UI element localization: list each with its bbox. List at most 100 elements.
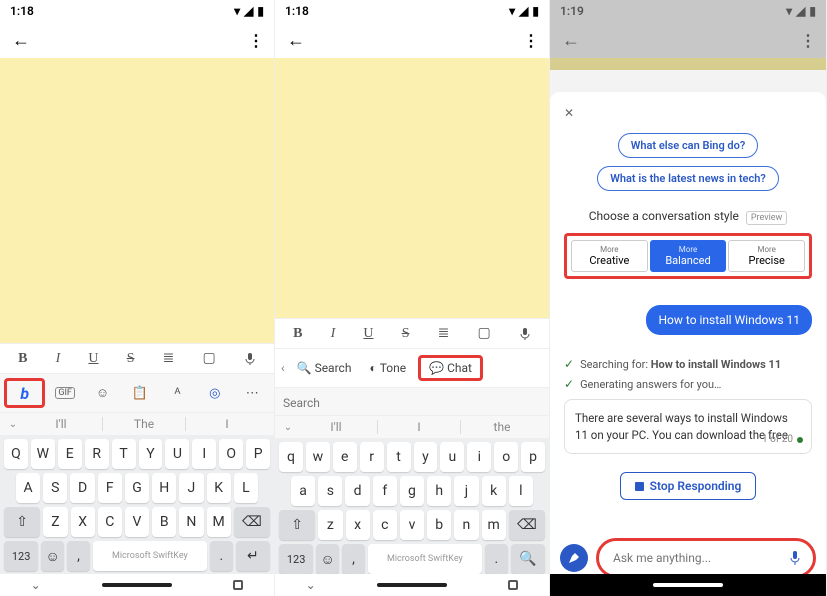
nav-kb-switch-icon[interactable]: [508, 580, 518, 590]
key-z[interactable]: z: [318, 510, 342, 540]
note-body[interactable]: [275, 58, 549, 318]
nav-kb-switch-icon[interactable]: [233, 580, 243, 590]
more-kb-icon[interactable]: ⋯: [235, 378, 270, 408]
key-x[interactable]: x: [346, 510, 370, 540]
key-o[interactable]: o: [494, 442, 518, 472]
key-s[interactable]: s: [318, 476, 342, 506]
key-emoji[interactable]: ☺: [41, 541, 64, 571]
back-button[interactable]: ←: [562, 30, 580, 51]
key-r[interactable]: R: [85, 439, 109, 469]
key-b[interactable]: b: [427, 510, 451, 540]
key-u[interactable]: U: [165, 439, 189, 469]
key-period[interactable]: .: [485, 544, 508, 574]
fmt-underline[interactable]: U: [88, 351, 98, 367]
key-q[interactable]: q: [279, 442, 303, 472]
key-enter[interactable]: ↵: [236, 541, 270, 571]
key-comma[interactable]: ,: [342, 544, 365, 574]
broom-button[interactable]: [560, 544, 588, 572]
key-z[interactable]: Z: [43, 507, 67, 537]
style-balanced[interactable]: More Balanced: [650, 240, 727, 272]
key-space[interactable]: Microsoft SwiftKey: [368, 544, 482, 574]
ask-input[interactable]: [603, 545, 781, 571]
mode-back-icon[interactable]: ‹: [281, 361, 285, 375]
style-creative[interactable]: More Creative: [571, 240, 648, 272]
key-c[interactable]: c: [373, 510, 397, 540]
key-p[interactable]: P: [246, 439, 270, 469]
nav-home-pill[interactable]: [102, 583, 172, 587]
key-i[interactable]: i: [467, 442, 491, 472]
key-e[interactable]: E: [58, 439, 82, 469]
close-icon[interactable]: ✕: [564, 106, 574, 120]
key-shift[interactable]: ⇧: [279, 510, 315, 540]
fmt-bold[interactable]: B: [293, 326, 302, 342]
key-y[interactable]: y: [414, 442, 438, 472]
key-backspace[interactable]: ⌫: [509, 510, 545, 540]
key-j[interactable]: J: [179, 473, 203, 503]
suggestion-3[interactable]: I: [186, 417, 268, 431]
key-backspace[interactable]: ⌫: [234, 507, 270, 537]
key-n[interactable]: N: [179, 507, 203, 537]
fmt-list-icon[interactable]: ≣: [438, 325, 450, 342]
key-l[interactable]: L: [234, 473, 258, 503]
more-menu[interactable]: ⋮: [800, 31, 814, 50]
key-d[interactable]: D: [70, 473, 94, 503]
fmt-underline[interactable]: U: [363, 326, 373, 342]
key-emoji[interactable]: ☺: [316, 544, 339, 574]
kb-search-input[interactable]: [283, 396, 541, 410]
key-t[interactable]: T: [112, 439, 136, 469]
style-precise[interactable]: More Precise: [728, 240, 805, 272]
nav-home-pill[interactable]: [377, 583, 447, 587]
suggestion-chip[interactable]: What else can Bing do?: [618, 133, 759, 158]
key-v[interactable]: v: [400, 510, 424, 540]
key-f[interactable]: f: [373, 476, 397, 506]
key-search[interactable]: 🔍: [511, 544, 545, 574]
key-comma[interactable]: ,: [67, 541, 90, 571]
note-body[interactable]: [0, 58, 274, 343]
key-q[interactable]: Q: [4, 439, 28, 469]
key-o[interactable]: O: [219, 439, 243, 469]
settings-target-icon[interactable]: ◎: [197, 378, 232, 408]
gif-button[interactable]: GIF: [47, 378, 82, 408]
key-period[interactable]: .: [210, 541, 233, 571]
collapse-sug-icon[interactable]: ⌄: [281, 422, 295, 433]
key-w[interactable]: w: [306, 442, 330, 472]
mode-search[interactable]: 🔍 Search: [291, 357, 358, 379]
key-e[interactable]: e: [333, 442, 357, 472]
mic-icon[interactable]: [781, 550, 809, 566]
key-a[interactable]: a: [291, 476, 315, 506]
suggestion-2[interactable]: I: [378, 420, 460, 434]
collapse-sug-icon[interactable]: ⌄: [6, 419, 20, 430]
fmt-italic[interactable]: I: [331, 326, 336, 342]
key-p[interactable]: p: [521, 442, 545, 472]
fmt-camera-icon[interactable]: ▢: [203, 350, 216, 367]
translate-button[interactable]: ᴬ: [160, 378, 195, 408]
nav-home-pill[interactable]: [653, 583, 723, 587]
suggestion-1[interactable]: I'll: [20, 417, 102, 431]
key-f[interactable]: F: [98, 473, 122, 503]
back-button[interactable]: ←: [287, 30, 305, 51]
key-v[interactable]: V: [125, 507, 149, 537]
key-h[interactable]: h: [427, 476, 451, 506]
key-x[interactable]: X: [71, 507, 95, 537]
key-t[interactable]: t: [387, 442, 411, 472]
key-123[interactable]: 123: [279, 544, 313, 574]
bing-button[interactable]: b: [4, 378, 45, 408]
fmt-strike[interactable]: S: [127, 351, 135, 367]
key-g[interactable]: G: [125, 473, 149, 503]
mode-chat[interactable]: 💬 Chat: [418, 355, 483, 381]
key-i[interactable]: I: [192, 439, 216, 469]
fmt-list-icon[interactable]: ≣: [163, 350, 175, 367]
keyboard[interactable]: q w e r t y u i o p a s d f g h j k l ⇧ …: [275, 438, 549, 582]
key-l[interactable]: l: [509, 476, 533, 506]
key-a[interactable]: A: [16, 473, 40, 503]
fmt-mic-icon[interactable]: [519, 327, 531, 341]
more-menu[interactable]: ⋮: [523, 31, 537, 50]
key-k[interactable]: K: [207, 473, 231, 503]
nav-down-icon[interactable]: ⌄: [306, 578, 316, 592]
key-g[interactable]: g: [400, 476, 424, 506]
nav-down-icon[interactable]: ⌄: [31, 578, 41, 592]
key-d[interactable]: d: [345, 476, 369, 506]
key-w[interactable]: W: [31, 439, 55, 469]
key-n[interactable]: n: [454, 510, 478, 540]
key-123[interactable]: 123: [4, 541, 38, 571]
